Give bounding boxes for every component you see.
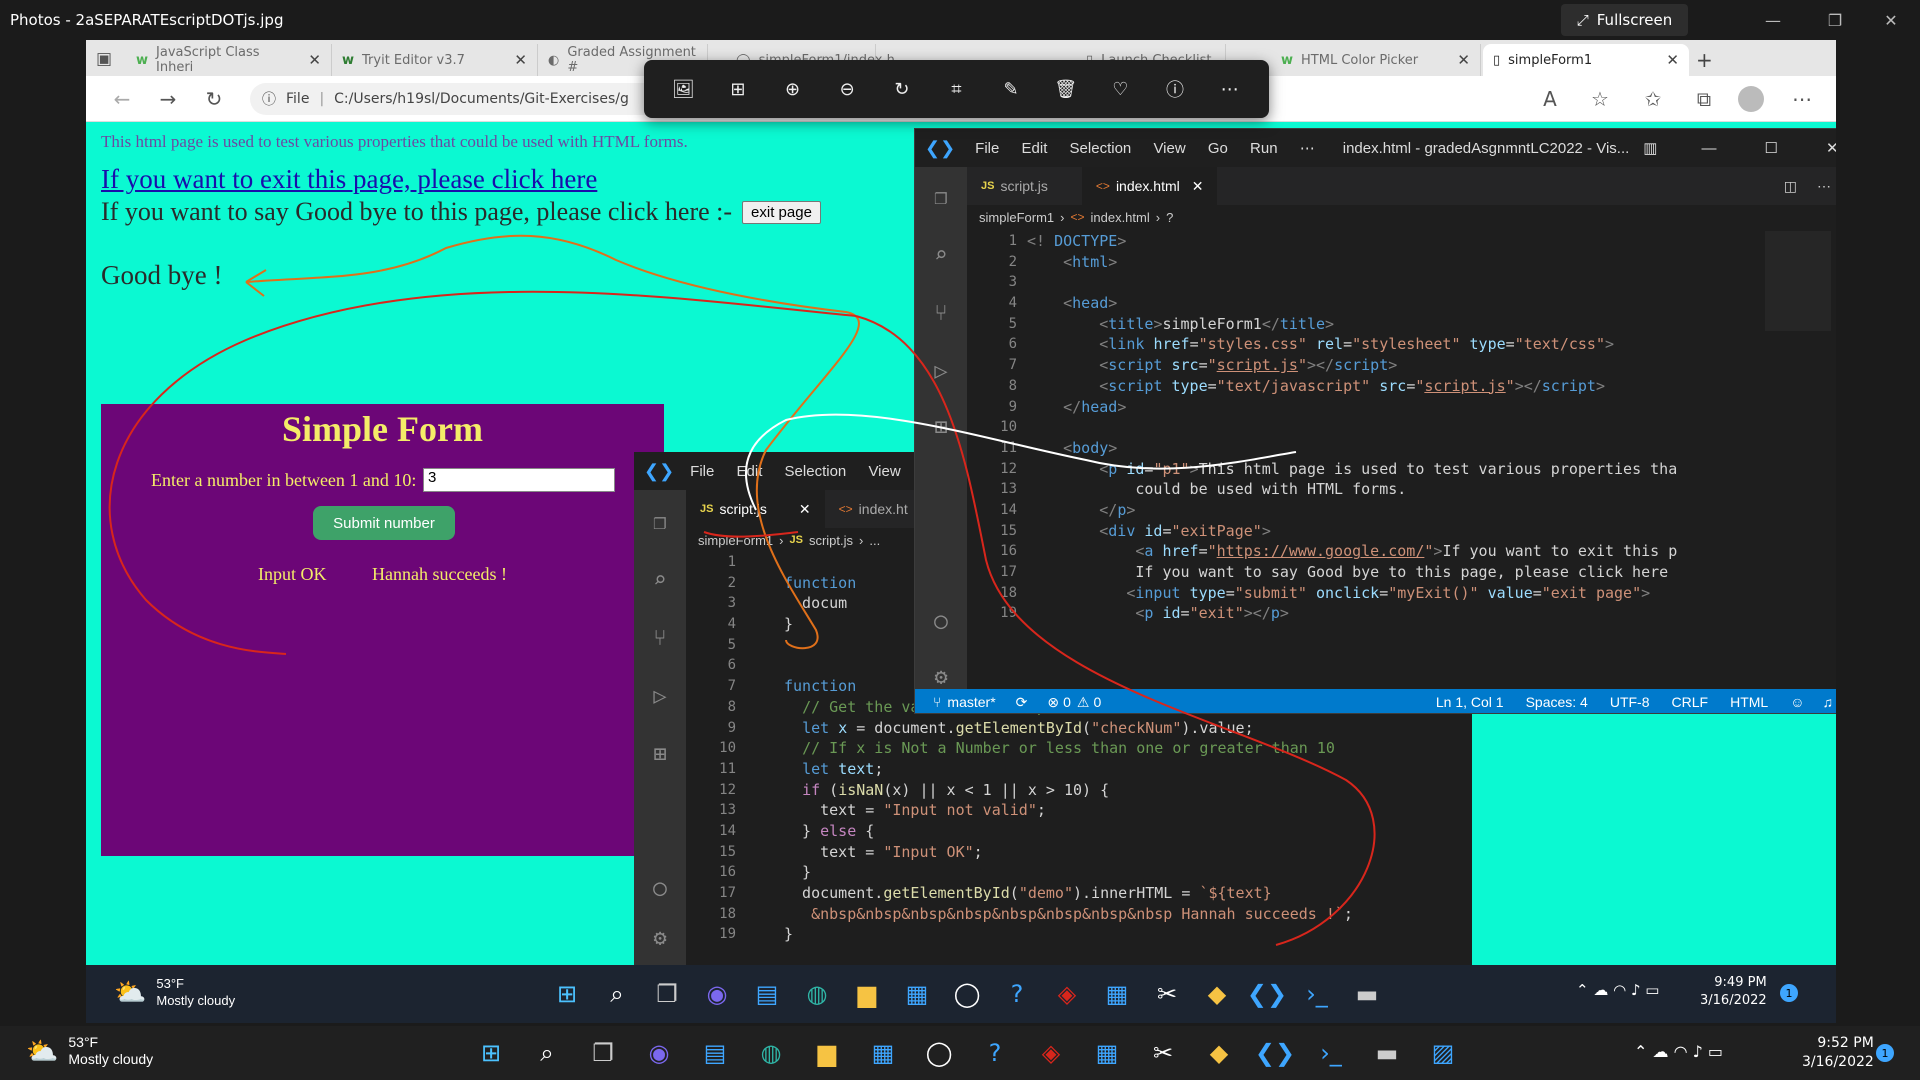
weather-temp: 53°F xyxy=(68,1034,99,1050)
help-icon[interactable]: ? xyxy=(976,1034,1014,1072)
white-curve-stroke xyxy=(745,413,1297,511)
chat-icon[interactable]: ◉ xyxy=(698,975,736,1013)
rotate-icon[interactable]: ↻ xyxy=(885,72,919,106)
maximize-icon[interactable]: ❐ xyxy=(1812,0,1858,40)
crop-icon[interactable]: ⌗ xyxy=(939,72,973,106)
red-long-stroke xyxy=(855,315,1376,946)
calendar-icon[interactable]: ▦ xyxy=(1098,975,1136,1013)
close-icon[interactable]: ✕ xyxy=(1868,0,1914,40)
annotation-strokes xyxy=(108,234,1376,946)
system-tray-icons[interactable]: ⌃ ☁ ◠ ♪ ▭ xyxy=(1634,1042,1723,1061)
notification-badge[interactable]: 1 xyxy=(1780,984,1798,1002)
notepad-icon[interactable]: ▤ xyxy=(696,1034,734,1072)
mcafee-icon[interactable]: ◈ xyxy=(1048,975,1086,1013)
inner-taskbar: ⛅ 53°F Mostly cloudy ⊞ ⌕ ❐ ◉ ▤ ◍ ▆ ▦ ◯ ? … xyxy=(86,965,1836,1023)
cloudy-sun-icon: ⛅ xyxy=(114,976,147,1007)
file-explorer-icon[interactable]: ▆ xyxy=(808,1034,846,1072)
vscode-taskbar-icon[interactable]: ❮❯ xyxy=(1247,975,1287,1013)
clock-date: 3/16/2022 xyxy=(1700,993,1767,1008)
notification-badge[interactable]: 1 xyxy=(1876,1044,1894,1062)
orange-arrow-stroke xyxy=(245,234,860,650)
start-icon[interactable]: ⊞ xyxy=(548,975,586,1013)
powershell-icon[interactable]: ›_ xyxy=(1312,1034,1350,1072)
inner-weather-widget[interactable]: ⛅ 53°F Mostly cloudy xyxy=(114,975,235,1009)
system-tray-icons[interactable]: ⌃ ☁ ◠ ♪ ▭ xyxy=(1576,981,1659,999)
search-icon[interactable]: ⌕ xyxy=(598,975,636,1013)
task-view-icon[interactable]: ❐ xyxy=(584,1034,622,1072)
photos-toolbar: 🖼 ⊞ ⊕ ⊖ ↻ ⌗ ✎ 🗑 ♡ ⓘ ⋯ xyxy=(644,60,1269,118)
photo-canvas: ▣ w JavaScript Class Inheri ✕ w Tryit Edi… xyxy=(86,40,1836,965)
powershell-icon[interactable]: ›_ xyxy=(1298,975,1336,1013)
taskbar: ⛅ 53°F Mostly cloudy ⊞ ⌕ ❐ ◉ ▤ ◍ ▆ ▦ ◯ ? … xyxy=(0,1026,1920,1080)
clock-time: 9:49 PM xyxy=(1714,975,1767,990)
clock-date: 3/16/2022 xyxy=(1802,1054,1874,1070)
photos-window-title: Photos - 2aSEPARATEscriptDOTjs.jpg xyxy=(10,11,284,29)
heart-icon[interactable]: ♡ xyxy=(1103,72,1137,106)
photos-icon[interactable]: ▨ xyxy=(1424,1034,1462,1072)
weather-widget[interactable]: ⛅ 53°F Mostly cloudy xyxy=(26,1034,153,1068)
store-icon[interactable]: ▦ xyxy=(898,975,936,1013)
help-icon[interactable]: ? xyxy=(998,975,1036,1013)
more-icon[interactable]: ⋯ xyxy=(1213,72,1247,106)
git-icon[interactable]: ◆ xyxy=(1198,975,1236,1013)
red-loop-stroke xyxy=(108,290,857,655)
enhance-icon[interactable]: ⊞ xyxy=(721,72,755,106)
edit-image-icon[interactable]: 🖼 xyxy=(666,72,700,106)
terminal-icon[interactable]: ▬ xyxy=(1348,975,1386,1013)
weather-temp: 53°F xyxy=(156,976,184,991)
store-icon[interactable]: ▦ xyxy=(864,1034,902,1072)
zoom-out-icon[interactable]: ⊖ xyxy=(830,72,864,106)
draw-icon[interactable]: ✎ xyxy=(994,72,1028,106)
chat-icon[interactable]: ◉ xyxy=(640,1034,678,1072)
snipping-tool-icon[interactable]: ✂ xyxy=(1148,975,1186,1013)
info-icon[interactable]: ⓘ xyxy=(1158,72,1192,106)
red-underline-stroke xyxy=(703,531,799,538)
expand-icon: ⤢ xyxy=(1576,11,1589,29)
file-explorer-icon[interactable]: ▆ xyxy=(848,975,886,1013)
start-icon[interactable]: ⊞ xyxy=(472,1034,510,1072)
mcafee-icon[interactable]: ◈ xyxy=(1032,1034,1070,1072)
fullscreen-button[interactable]: ⤢ Fullscreen xyxy=(1561,4,1688,36)
edge-icon[interactable]: ◍ xyxy=(798,975,836,1013)
git-icon[interactable]: ◆ xyxy=(1200,1034,1238,1072)
clock[interactable]: 9:52 PM 3/16/2022 xyxy=(1802,1034,1874,1072)
fullscreen-label: Fullscreen xyxy=(1596,11,1673,29)
edge-icon[interactable]: ◍ xyxy=(752,1034,790,1072)
snipping-tool-icon[interactable]: ✂ xyxy=(1144,1034,1182,1072)
terminal-icon[interactable]: ▬ xyxy=(1368,1034,1406,1072)
calendar-icon[interactable]: ▦ xyxy=(1088,1034,1126,1072)
task-view-icon[interactable]: ❐ xyxy=(648,975,686,1013)
orange-arrowhead-stroke xyxy=(245,269,267,297)
photos-title-bar: Photos - 2aSEPARATEscriptDOTjs.jpg ⤢ Ful… xyxy=(0,0,1920,40)
github-desktop-icon[interactable]: ◯ xyxy=(948,975,986,1013)
minimize-icon[interactable]: — xyxy=(1750,0,1796,40)
github-desktop-icon[interactable]: ◯ xyxy=(920,1034,958,1072)
search-icon[interactable]: ⌕ xyxy=(528,1034,566,1072)
notepad-icon[interactable]: ▤ xyxy=(748,975,786,1013)
weather-desc: Mostly cloudy xyxy=(68,1051,154,1067)
inner-clock[interactable]: 9:49 PM 3/16/2022 xyxy=(1700,974,1767,1010)
zoom-in-icon[interactable]: ⊕ xyxy=(776,72,810,106)
vscode-taskbar-icon[interactable]: ❮❯ xyxy=(1255,1034,1295,1072)
cloudy-sun-icon: ⛅ xyxy=(26,1035,59,1066)
weather-desc: Mostly cloudy xyxy=(156,993,236,1008)
clock-time: 9:52 PM xyxy=(1817,1035,1874,1051)
delete-icon[interactable]: 🗑 xyxy=(1049,72,1083,106)
